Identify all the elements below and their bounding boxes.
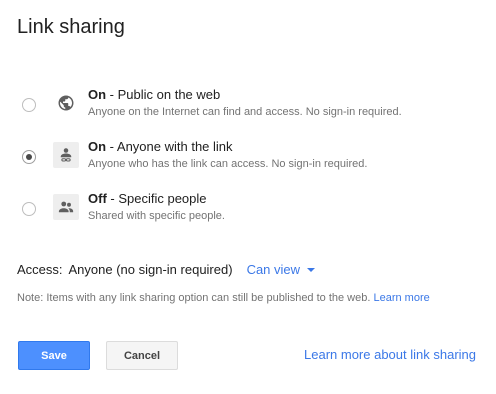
publish-note: Note: Items with any link sharing option…: [17, 292, 430, 304]
permission-dropdown[interactable]: Can view: [246, 262, 316, 277]
radio-public-on-web[interactable]: [22, 98, 36, 112]
dialog-title: Link sharing: [17, 16, 125, 38]
option-specific-title: Off - Specific people: [88, 191, 207, 206]
permission-dropdown-label: Can view: [246, 262, 301, 277]
option-specific-people[interactable]: Off - Specific people Shared with specif…: [0, 191, 496, 238]
save-button[interactable]: Save: [18, 341, 90, 370]
note-learn-more-link[interactable]: Learn more: [373, 292, 429, 304]
option-anyone-description: Anyone who has the link can access. No s…: [88, 158, 368, 170]
option-public-description: Anyone on the Internet can find and acce…: [88, 106, 402, 118]
radio-anyone-with-link[interactable]: [22, 150, 36, 164]
access-row: Access: Anyone (no sign-in required) Can…: [17, 262, 316, 277]
person-link-icon: [53, 142, 79, 168]
option-anyone-text: On - Anyone with the link Anyone who has…: [88, 139, 367, 171]
dropdown-caret-icon: [307, 268, 316, 272]
note-text: Note: Items with any link sharing option…: [17, 292, 371, 304]
people-icon: [53, 194, 79, 220]
option-public-title: On - Public on the web: [88, 87, 221, 102]
access-label: Access:: [17, 262, 63, 277]
learn-more-link-sharing[interactable]: Learn more about link sharing: [304, 347, 476, 362]
option-public-on-web[interactable]: On - Public on the web Anyone on the Int…: [0, 87, 496, 134]
option-anyone-title: On - Anyone with the link: [88, 139, 233, 154]
globe-icon: [53, 90, 79, 116]
radio-specific-people[interactable]: [22, 202, 36, 216]
option-specific-text: Off - Specific people Shared with specif…: [88, 191, 225, 223]
access-value: Anyone (no sign-in required): [68, 262, 233, 277]
link-sharing-dialog: Link sharing On - Public on the web Anyo…: [0, 0, 496, 394]
cancel-button[interactable]: Cancel: [106, 341, 178, 370]
option-public-text: On - Public on the web Anyone on the Int…: [88, 87, 402, 119]
option-anyone-with-link[interactable]: On - Anyone with the link Anyone who has…: [0, 139, 496, 186]
option-specific-description: Shared with specific people.: [88, 210, 225, 222]
